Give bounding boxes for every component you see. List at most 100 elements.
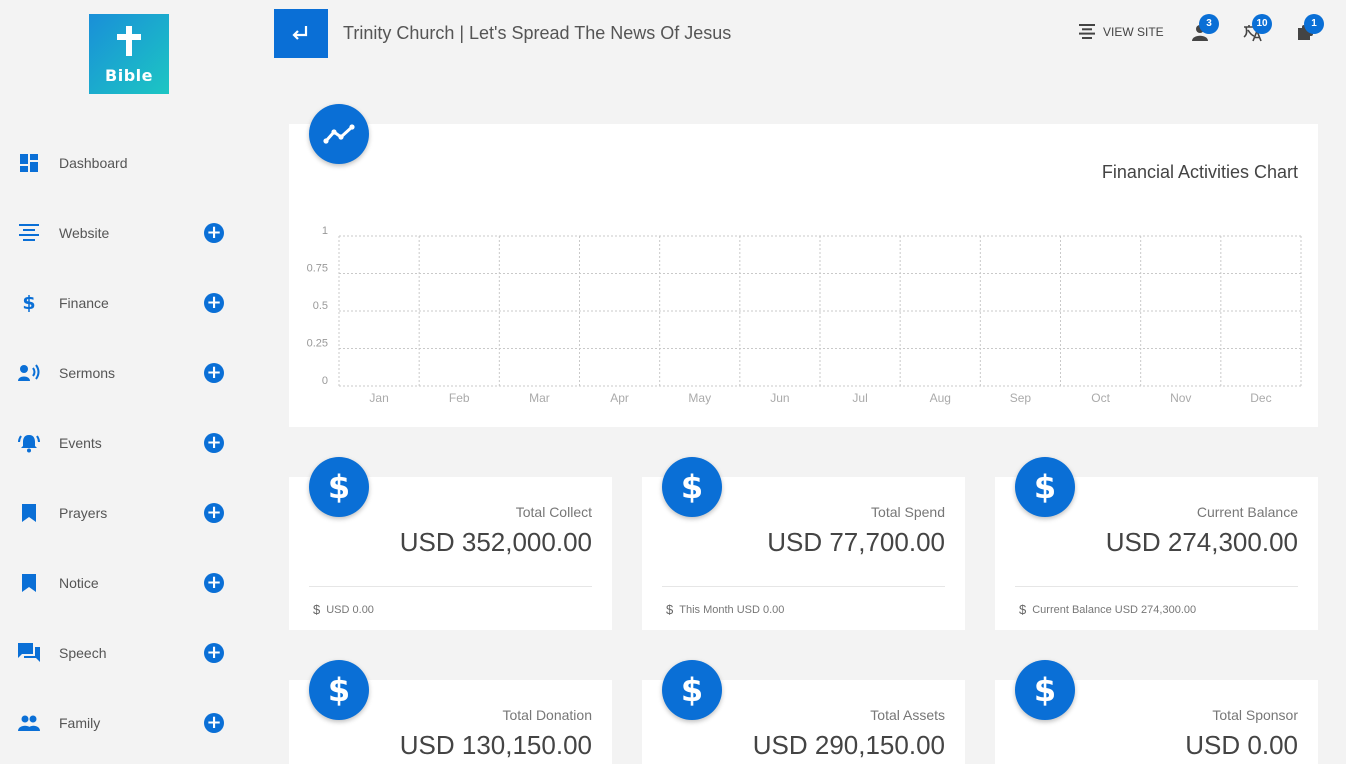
- sidebar-item-sermons[interactable]: Sermons +: [0, 353, 258, 393]
- x-tick-label: Nov: [1170, 391, 1191, 405]
- dollar-icon: $: [327, 671, 351, 709]
- expand-plus-icon[interactable]: +: [204, 363, 224, 383]
- expand-plus-icon[interactable]: +: [204, 223, 224, 243]
- x-tick-label: Jul: [852, 391, 867, 405]
- sidebar-item-label: Website: [59, 225, 110, 241]
- bell-icon: [18, 432, 40, 454]
- notification-badge: 3: [1199, 14, 1219, 34]
- cross-icon-bar: [117, 34, 141, 40]
- stat-badge: $: [309, 457, 369, 517]
- expand-plus-icon[interactable]: +: [204, 573, 224, 593]
- x-tick-label: Oct: [1091, 391, 1110, 405]
- expand-plus-icon[interactable]: +: [204, 293, 224, 313]
- x-tick-label: Sep: [1010, 391, 1032, 405]
- stat-label: Total Collect: [515, 504, 592, 520]
- sidebar-item-label: Family: [59, 715, 101, 731]
- dollar-icon: $: [666, 602, 674, 617]
- stat-footer: $ Current Balance USD 274,300.00: [1019, 602, 1196, 617]
- stat-footer-text: This Month USD 0.00: [679, 603, 785, 616]
- dollar-icon: $: [22, 292, 36, 314]
- dollar-icon: $: [1033, 468, 1057, 506]
- y-tick-label: 0.75: [307, 263, 328, 275]
- logo-text: Bible: [105, 66, 153, 85]
- sidebar-item-prayers[interactable]: Prayers +: [0, 493, 258, 533]
- dollar-icon: $: [1019, 602, 1027, 617]
- stat-label: Total Spend: [871, 504, 945, 520]
- expand-plus-icon[interactable]: +: [204, 433, 224, 453]
- dollar-icon: $: [327, 468, 351, 506]
- stat-label: Total Donation: [502, 707, 592, 723]
- stat-label: Total Assets: [870, 707, 945, 723]
- logo[interactable]: Bible: [89, 14, 169, 94]
- x-tick-label: Aug: [930, 391, 951, 405]
- stat-value: USD 130,150.00: [399, 730, 592, 760]
- y-tick-label: 0.5: [313, 300, 328, 312]
- divider: [662, 586, 945, 587]
- stat-badge: $: [1015, 457, 1075, 517]
- chart-badge: [309, 104, 369, 164]
- notification-badge: 10: [1252, 14, 1272, 34]
- stat-badge: $: [662, 660, 722, 720]
- stat-value: USD 77,700.00: [767, 527, 945, 557]
- stat-badge: $: [662, 457, 722, 517]
- stat-value: USD 290,150.00: [752, 730, 945, 760]
- speaker-icon: [18, 362, 40, 384]
- sidebar-item-events[interactable]: Events +: [0, 423, 258, 463]
- x-tick-label: May: [688, 391, 711, 405]
- sidebar: Bible Dashboard Website + $ Finance + Se…: [0, 0, 258, 764]
- x-tick-label: Mar: [529, 391, 550, 405]
- align-center-icon: [1079, 24, 1095, 39]
- sidebar-item-dashboard[interactable]: Dashboard: [0, 143, 258, 183]
- sidebar-item-label: Speech: [59, 645, 107, 661]
- plugins-button[interactable]: 1: [1294, 14, 1324, 44]
- stat-value: USD 0.00: [1185, 730, 1298, 760]
- stat-footer: $ USD 0.00: [313, 602, 374, 617]
- sidebar-item-label: Finance: [59, 295, 109, 311]
- stat-badge: $: [1015, 660, 1075, 720]
- x-tick-label: Feb: [449, 391, 470, 405]
- trending-line-icon: [323, 124, 355, 144]
- sidebar-item-label: Dashboard: [59, 155, 128, 171]
- sidebar-item-label: Events: [59, 435, 102, 451]
- y-tick-label: 1: [322, 225, 328, 237]
- expand-plus-icon[interactable]: +: [204, 503, 224, 523]
- divider: [1015, 586, 1298, 587]
- page-title: Trinity Church | Let's Spread The News O…: [343, 23, 732, 43]
- dollar-icon: $: [1033, 671, 1057, 709]
- stat-label: Total Sponsor: [1212, 707, 1298, 723]
- user-menu-button[interactable]: 3: [1189, 14, 1219, 44]
- stat-footer-text: Current Balance USD 274,300.00: [1032, 603, 1197, 616]
- view-site-link[interactable]: VIEW SITE: [1079, 24, 1164, 39]
- chart-card: Financial Activities Chart 0 0.25 0.5 0.75 1…: [289, 124, 1318, 427]
- sidebar-item-notice[interactable]: Notice +: [0, 563, 258, 603]
- x-tick-label: Jan: [369, 391, 388, 405]
- sidebar-toggle-button[interactable]: [274, 9, 328, 58]
- sidebar-item-finance[interactable]: $ Finance +: [0, 283, 258, 323]
- y-tick-label: 0: [322, 375, 328, 387]
- expand-plus-icon[interactable]: +: [204, 713, 224, 733]
- financial-chart: 0 0.25 0.5 0.75 1 Jan Feb Mar Apr May Jun Jul Aug Sep…: [307, 225, 1302, 405]
- stat-footer-text: USD 0.00: [326, 603, 374, 616]
- x-tick-label: Dec: [1250, 391, 1271, 405]
- x-tick-label: Apr: [610, 391, 629, 405]
- x-tick-label: Jun: [770, 391, 789, 405]
- return-arrow-icon: [292, 25, 308, 40]
- stat-value: USD 352,000.00: [399, 527, 592, 557]
- dollar-icon: $: [680, 468, 704, 506]
- sidebar-item-family[interactable]: Family +: [0, 703, 258, 743]
- stat-badge: $: [309, 660, 369, 720]
- chat-icon: [18, 642, 40, 664]
- sidebar-item-speech[interactable]: Speech +: [0, 633, 258, 673]
- expand-plus-icon[interactable]: +: [204, 643, 224, 663]
- sidebar-item-label: Notice: [59, 575, 99, 591]
- notification-badge: 1: [1304, 14, 1324, 34]
- translate-button[interactable]: 10: [1242, 14, 1272, 44]
- stat-value: USD 274,300.00: [1105, 527, 1298, 557]
- bookmark-icon: [18, 572, 40, 594]
- align-center-icon: [18, 222, 40, 244]
- dollar-icon: $: [680, 671, 704, 709]
- stat-footer: $ This Month USD 0.00: [666, 602, 784, 617]
- sidebar-item-website[interactable]: Website +: [0, 213, 258, 253]
- bookmark-icon: [18, 502, 40, 524]
- people-icon: [18, 712, 40, 734]
